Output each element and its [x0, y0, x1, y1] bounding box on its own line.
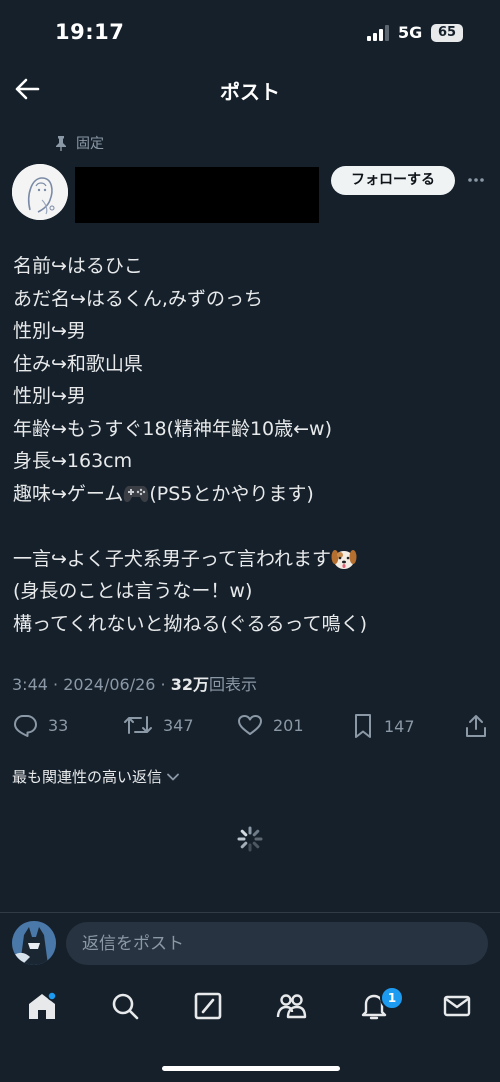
like-action[interactable]: 201 [237, 713, 304, 737]
post-time: 3:44 [12, 675, 48, 694]
avatar-illustration [12, 921, 56, 965]
post-date: 2024/06/26 [63, 675, 156, 694]
battery-indicator: 65 [431, 24, 463, 42]
pinned-label: 固定 [76, 136, 104, 152]
loading-spinner-icon [237, 826, 263, 852]
hobby-text: 趣味↪ゲーム [13, 482, 124, 505]
post-line: 名前↪はるひこ [13, 255, 143, 277]
grok-icon[interactable] [192, 990, 224, 1022]
author-avatar[interactable] [12, 164, 68, 220]
pin-icon [56, 136, 66, 151]
like-count: 201 [273, 715, 304, 735]
divider [0, 912, 500, 913]
follow-button[interactable]: フォローする [331, 166, 455, 195]
heart-icon [238, 715, 262, 735]
avatar-illustration [12, 164, 68, 220]
more-options-icon[interactable] [466, 170, 486, 190]
reply-action[interactable]: 33 [12, 713, 68, 737]
cellular-signal-icon [367, 25, 389, 41]
controller-emoji [124, 486, 149, 502]
redacted-author-name [75, 167, 319, 223]
messages-mail-icon[interactable] [441, 990, 473, 1022]
motto-text: 一言↪よく子犬系男子って言われます [13, 547, 332, 570]
reply-count: 33 [48, 715, 69, 735]
views-label: 回表示 [209, 675, 258, 694]
reply-input[interactable] [66, 922, 488, 965]
bookmark-count: 147 [384, 716, 415, 736]
home-indicator [162, 1066, 340, 1071]
post-line-blank [13, 510, 483, 543]
post-line: (身長のことは言うなー！w) [13, 580, 253, 602]
network-type: 5G [398, 23, 423, 42]
repost-icon [124, 716, 152, 734]
meta-separator: · [53, 675, 59, 694]
unread-dot [47, 991, 57, 1001]
post-line: 年齢↪もうすぐ18(精神年齢10歳←w) [13, 417, 332, 440]
notification-badge: 1 [380, 986, 404, 1010]
back-arrow-icon[interactable] [14, 77, 40, 101]
bookmark-icon [355, 714, 371, 738]
bookmark-action[interactable]: 147 [352, 713, 415, 739]
home-icon[interactable] [26, 990, 58, 1022]
hobby-suffix: (PS5とかやります) [149, 482, 314, 505]
post-body: 名前↪はるひこ あだ名↪はるくん,みずのっち 性別↪男 住み↪和歌山県 性別↪男… [13, 250, 483, 640]
post-line: 性別↪男 [13, 320, 86, 342]
repost-count: 347 [163, 715, 194, 735]
post-line: 住み↪和歌山県 [13, 352, 143, 375]
search-icon[interactable] [109, 990, 141, 1022]
pinned-indicator: 固定 [54, 133, 104, 153]
post-line-hobby: 趣味↪ゲーム (PS5とかやります) [13, 478, 483, 511]
post-meta: 3:44 · 2024/06/26 · 32万回表示 [12, 671, 257, 695]
communities-icon[interactable] [275, 990, 307, 1022]
post-line: 身長↪163cm [13, 450, 133, 472]
current-user-avatar[interactable] [12, 921, 56, 965]
chevron-down-icon [167, 773, 179, 780]
share-icon[interactable] [464, 713, 488, 739]
post-line: 構ってくれないと拗ねる(ぐるるって鳴く) [13, 612, 367, 635]
reply-sort-label: 最も関連性の高い返信 [12, 768, 163, 786]
reply-sort-dropdown[interactable]: 最も関連性の高い返信 [12, 766, 180, 787]
repost-action[interactable]: 347 [123, 713, 194, 737]
reply-icon [14, 715, 37, 737]
post-line: あだ名↪はるくん,みずのっち [13, 287, 263, 310]
status-time: 19:17 [55, 20, 125, 44]
dog-emoji [331, 550, 357, 569]
meta-separator: · [160, 675, 166, 694]
page-title: ポスト [220, 80, 280, 104]
views-count: 32万 [170, 675, 209, 694]
post-line-motto: 一言↪よく子犬系男子って言われます [13, 543, 483, 576]
post-line: 性別↪男 [13, 385, 86, 407]
